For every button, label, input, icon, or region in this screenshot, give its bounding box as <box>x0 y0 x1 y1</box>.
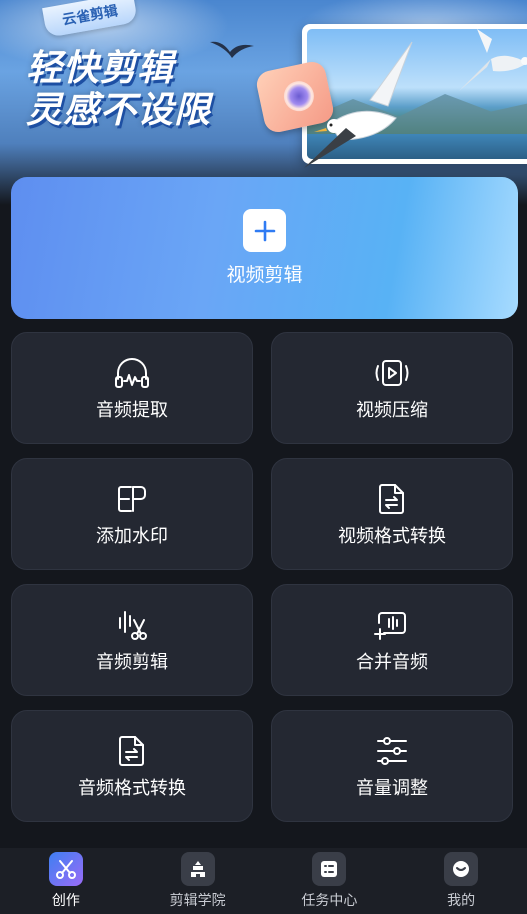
task-list-icon <box>312 852 347 886</box>
nav-item-academy[interactable]: 剪辑学院 <box>143 852 253 910</box>
nav-label: 剪辑学院 <box>169 893 226 909</box>
tool-label: 合并音频 <box>356 652 428 673</box>
tool-label: 音频格式转换 <box>78 778 186 799</box>
tool-audio-clip[interactable]: 音频剪辑 <box>11 584 253 696</box>
video-compress-icon <box>373 354 411 392</box>
tool-label: 音频剪辑 <box>96 652 168 673</box>
nav-item-profile[interactable]: 我的 <box>406 852 516 910</box>
tool-video-format-convert[interactable]: 视频格式转换 <box>271 458 513 570</box>
watermark-icon <box>113 480 151 518</box>
headline-line-1: 轻快剪辑 <box>26 48 175 89</box>
tool-label: 音量调整 <box>356 778 428 799</box>
headline-line-2: 灵感不设限 <box>26 90 212 131</box>
video-edit-label: 视频剪辑 <box>226 264 303 286</box>
academy-icon <box>180 852 215 886</box>
tool-label: 视频格式转换 <box>338 526 446 547</box>
nav-label: 创作 <box>51 893 80 909</box>
bottom-nav: 创作 剪辑学院 任务中心 我的 <box>0 848 527 914</box>
nav-item-create[interactable]: 创作 <box>11 852 121 910</box>
sliders-icon <box>373 732 411 770</box>
file-convert-icon <box>373 480 411 518</box>
promo-banner[interactable]: 云雀剪辑 轻快剪辑 灵感不设限 <box>0 0 527 205</box>
headphones-wave-icon <box>113 354 151 392</box>
tool-video-compress[interactable]: 视频压缩 <box>271 332 513 444</box>
scissors-icon <box>48 852 83 886</box>
file-convert-icon <box>113 732 151 770</box>
nav-item-tasks[interactable]: 任务中心 <box>274 852 384 910</box>
profile-icon <box>444 852 479 886</box>
seagull-illustration <box>304 41 413 168</box>
tool-add-watermark[interactable]: 添加水印 <box>11 458 253 570</box>
banner-headline: 轻快剪辑 灵感不设限 <box>26 48 211 132</box>
tool-volume-adjust[interactable]: 音量调整 <box>271 710 513 822</box>
tool-label: 视频压缩 <box>356 400 428 421</box>
audio-scissors-icon <box>113 606 151 644</box>
tool-audio-extract[interactable]: 音频提取 <box>11 332 253 444</box>
video-edit-card[interactable]: 视频剪辑 <box>11 177 518 319</box>
seagull-illustration <box>210 41 254 58</box>
plus-icon <box>243 209 286 252</box>
nav-label: 任务中心 <box>301 893 358 909</box>
nav-label: 我的 <box>447 893 476 909</box>
tool-merge-audio[interactable]: 合并音频 <box>271 584 513 696</box>
seagull-illustration <box>459 29 527 91</box>
tool-label: 添加水印 <box>96 526 168 547</box>
tool-label: 音频提取 <box>96 400 168 421</box>
merge-audio-icon <box>373 606 411 644</box>
tool-audio-format-convert[interactable]: 音频格式转换 <box>11 710 253 822</box>
